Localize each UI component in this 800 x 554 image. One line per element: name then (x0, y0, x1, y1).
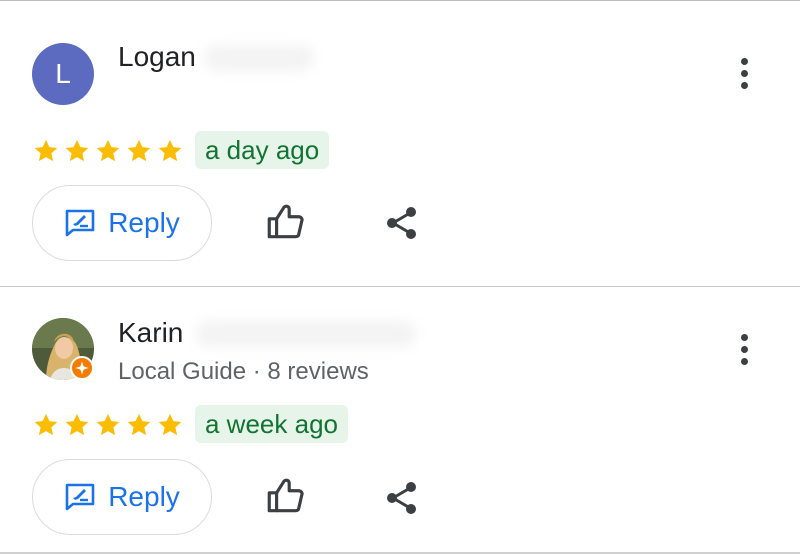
local-guide-badge-icon (70, 356, 94, 380)
reply-label: Reply (108, 481, 180, 512)
review-card: Karin Local Guide · 8 reviews a week ago… (0, 287, 800, 552)
share-icon[interactable] (384, 205, 420, 241)
reply-icon (65, 483, 95, 511)
more-vert-icon (741, 58, 748, 65)
star-rating (32, 137, 184, 165)
more-options-button[interactable] (728, 332, 762, 368)
star-icon (34, 413, 58, 436)
star-icon (127, 139, 151, 162)
reviewer-name[interactable]: Logan (118, 41, 196, 73)
more-vert-icon-dot (741, 358, 748, 365)
more-options-button[interactable] (728, 56, 762, 92)
reply-label: Reply (108, 207, 180, 238)
star-icon (127, 413, 151, 436)
redacted-surname (196, 321, 416, 347)
reviewer-meta: Local Guide · 8 reviews (118, 358, 369, 385)
avatar[interactable] (32, 318, 94, 380)
star-icon (34, 139, 58, 162)
reply-button[interactable]: Reply (32, 459, 212, 535)
star-rating (32, 411, 184, 439)
more-vert-icon-dot (741, 82, 748, 89)
star-icon (96, 139, 120, 162)
review-date-badge: a day ago (195, 131, 330, 169)
redacted-surname (204, 45, 314, 71)
more-vert-icon (741, 334, 748, 341)
share-icon[interactable] (384, 480, 420, 516)
more-vert-icon-dot (741, 70, 748, 77)
review-date-badge: a week ago (195, 405, 348, 443)
thumb-up-icon[interactable] (264, 475, 306, 517)
thumb-up-icon[interactable] (264, 201, 306, 243)
star-icon (65, 139, 89, 162)
avatar-initial: L (55, 58, 71, 89)
more-vert-icon-dot (741, 346, 748, 353)
star-icon (65, 413, 89, 436)
avatar[interactable]: L (32, 43, 94, 105)
reviewer-name[interactable]: Karin (118, 317, 183, 349)
star-icon (158, 139, 182, 162)
review-card: L Logan a day ago Reply (0, 1, 800, 286)
reply-icon (65, 209, 95, 237)
reply-button[interactable]: Reply (32, 185, 212, 261)
star-icon (96, 413, 120, 436)
star-icon (158, 413, 182, 436)
